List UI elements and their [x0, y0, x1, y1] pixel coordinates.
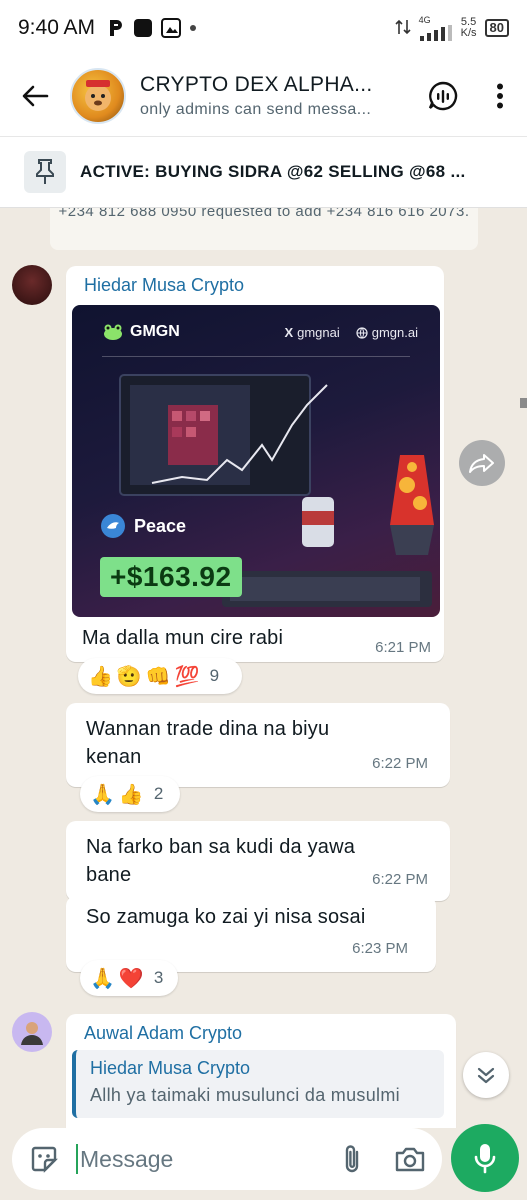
data-transfer-icon: [395, 18, 411, 39]
pnl-badge: +$163.92: [100, 557, 242, 597]
message-time: 6:22 PM: [372, 755, 428, 772]
reaction-count: 9: [209, 666, 220, 685]
camera-button[interactable]: [390, 1145, 430, 1173]
media-site: gmgn.ai: [371, 325, 418, 340]
quoted-message[interactable]: Hiedar Musa Crypto Allh ya taimaki musul…: [72, 1050, 444, 1118]
back-arrow-icon: [22, 85, 49, 107]
chat-header: CRYPTO DEX ALPHA... only admins can send…: [0, 56, 527, 136]
fist-emoji: 👊: [145, 665, 171, 688]
message-bubble[interactable]: Wannan trade dina na biyu kenan 6:22 PM: [66, 703, 450, 787]
group-avatar[interactable]: [70, 68, 126, 124]
p-app-icon: [107, 18, 125, 38]
text-cursor: [76, 1144, 78, 1174]
scroll-to-bottom-button[interactable]: [463, 1052, 509, 1098]
chat-area[interactable]: +234 812 688 0950 requested to add +234 …: [0, 208, 527, 1128]
voice-chat-button[interactable]: [413, 80, 473, 112]
message-text: Na farko ban sa kudi da yawa bane: [86, 836, 356, 886]
net-speed: 5.5 K/s: [461, 17, 477, 39]
pinned-text: ACTIVE: BUYING SIDRA @62 SELLING @68 ...: [80, 162, 466, 181]
message-text: So zamuga ko zai yi nisa sosai: [86, 906, 366, 928]
sender-name[interactable]: Hiedar Musa Crypto: [84, 275, 244, 296]
net-speed-unit: K/s: [460, 27, 477, 39]
thumbs-up-emoji: 👍: [118, 783, 144, 806]
microphone-icon: [474, 1144, 496, 1174]
status-right: 4G 5.5 K/s 80: [395, 15, 509, 41]
reaction-count: 2: [153, 784, 164, 803]
signal-icon: 4G: [419, 15, 453, 41]
monitor-illustration: [119, 374, 328, 496]
sender-avatar[interactable]: [12, 265, 52, 305]
media-links: Xgmgnai gmgn.ai: [284, 325, 418, 340]
status-bar: 9:40 AM 4G 5.5 K/s 80: [0, 0, 527, 56]
praying-hands-emoji: 🙏: [90, 783, 115, 806]
thumbs-up-emoji: 👍: [88, 665, 113, 688]
group-subtitle: only admins can send messa...: [140, 101, 372, 118]
media-handle: gmgnai: [297, 325, 340, 340]
gmgn-logo: GMGN: [102, 323, 180, 341]
app-square-icon: [133, 18, 153, 38]
back-button[interactable]: [0, 84, 70, 108]
sender-name[interactable]: Auwal Adam Crypto: [84, 1023, 242, 1044]
message-text: Wannan trade dina na biyu kenan: [86, 718, 330, 768]
praying-hands-emoji: 🙏: [90, 967, 115, 990]
header-text[interactable]: CRYPTO DEX ALPHA... only admins can send…: [140, 73, 413, 119]
paperclip-icon: [345, 1145, 359, 1173]
menu-button[interactable]: [473, 83, 527, 109]
reactions-bar[interactable]: 👍 🫡 👊 💯 9: [78, 658, 242, 694]
double-chevron-down-icon: [477, 1067, 495, 1084]
keyboard-illustration: [222, 571, 432, 607]
sender-avatar[interactable]: [12, 1012, 52, 1052]
status-time: 9:40 AM: [18, 16, 96, 39]
camera-icon: [395, 1147, 425, 1172]
network-type: 4G: [418, 15, 431, 25]
media-user: Peace: [100, 513, 186, 539]
message-bubble[interactable]: Na farko ban sa kudi da yawa bane 6:22 P…: [66, 821, 450, 901]
person-avatar-icon: [21, 1022, 43, 1045]
message-input-bar: [12, 1128, 442, 1190]
voice-chat-icon: [428, 81, 458, 111]
group-name: CRYPTO DEX ALPHA...: [140, 73, 373, 96]
reactions-bar[interactable]: 🙏 👍 2: [80, 776, 180, 812]
scroll-indicator[interactable]: [520, 398, 527, 408]
dog-face-icon: [85, 80, 111, 111]
message-text: Ma dalla mun cire rabi: [82, 627, 284, 649]
reaction-count: 3: [153, 968, 164, 987]
message-time: 6:21 PM: [375, 639, 431, 656]
hundred-emoji: 💯: [174, 665, 200, 688]
red-heart-emoji: ❤️: [118, 967, 144, 990]
pin-icon: [24, 151, 66, 193]
forward-icon: [469, 454, 494, 473]
pinned-message-bar[interactable]: ACTIVE: BUYING SIDRA @62 SELLING @68 ...: [0, 136, 527, 208]
sticker-icon: [31, 1146, 58, 1173]
battery-level: 80: [489, 20, 504, 35]
lava-lamp-illustration: [390, 455, 434, 555]
quoted-sender: Hiedar Musa Crypto: [90, 1058, 251, 1078]
media-divider: [102, 356, 410, 357]
more-vertical-icon: [497, 83, 503, 109]
gallery-app-icon: [161, 18, 182, 38]
message-time: 6:22 PM: [372, 871, 428, 888]
system-message: +234 812 688 0950 requested to add +234 …: [50, 208, 478, 250]
battery-icon: 80: [484, 19, 509, 37]
x-handle: Xgmgnai: [284, 325, 339, 340]
media-user-name: Peace: [134, 515, 187, 536]
sticker-button[interactable]: [24, 1144, 64, 1174]
message-time: 6:23 PM: [352, 940, 408, 957]
frog-logo-icon: [104, 324, 122, 340]
attach-button[interactable]: [332, 1143, 372, 1175]
forward-button[interactable]: [459, 440, 505, 486]
soda-can-illustration: [302, 497, 334, 547]
x-logo-icon: X: [284, 325, 294, 340]
dove-avatar-icon: [101, 514, 125, 538]
media-image[interactable]: GMGN Xgmgnai gmgn.ai Peace +$163.92: [72, 305, 440, 617]
globe-icon: [356, 326, 368, 339]
quoted-text: Allh ya taimaki musulunci da musulmi: [90, 1085, 400, 1105]
site-link: gmgn.ai: [356, 325, 418, 340]
salute-emoji: 🫡: [116, 665, 142, 688]
voice-message-button[interactable]: [451, 1124, 519, 1192]
reactions-bar[interactable]: 🙏 ❤️ 3: [80, 960, 178, 996]
media-brand: GMGN: [130, 323, 180, 340]
message-input[interactable]: [80, 1145, 310, 1173]
notification-dot-icon: [189, 24, 197, 32]
